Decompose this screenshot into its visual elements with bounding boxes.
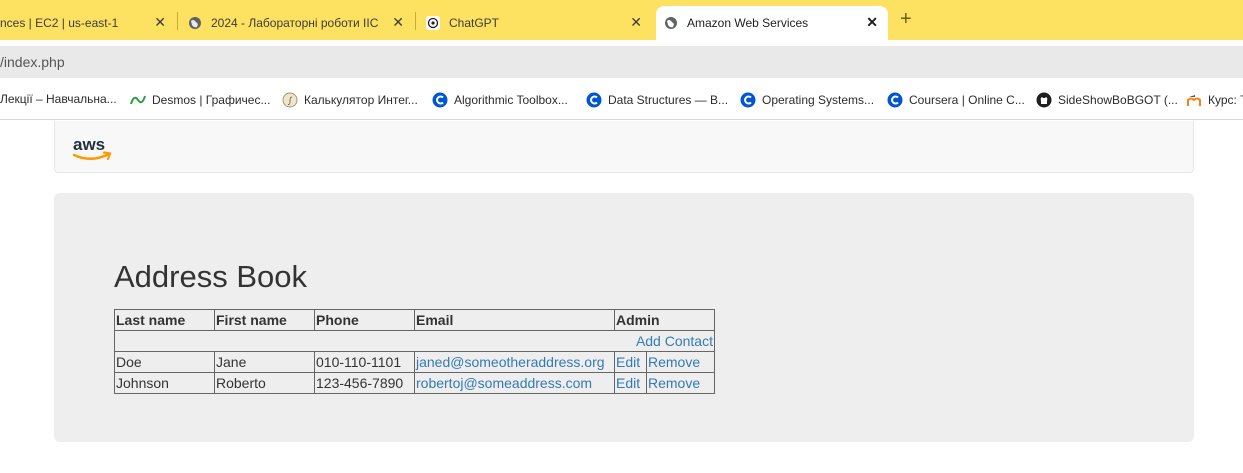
cell-phone: 123-456-7890 [314,372,415,394]
cell-first-name: Roberto [214,372,315,394]
bookmark-label: Desmos | Графичес... [152,93,271,107]
bookmark-coursera[interactable]: Coursera | Online C... [887,92,1025,108]
cell-edit: Edit [614,372,647,394]
new-tab-button[interactable]: + [900,9,912,29]
column-header-admin: Admin [614,309,715,331]
svg-text:∫: ∫ [288,97,293,107]
close-icon[interactable]: ✕ [866,14,878,30]
tab-amazon-web-services[interactable]: Amazon Web Services ✕ [656,6,888,40]
url-text: /index.php [0,54,65,70]
cell-email: robertoj@someaddress.com [414,372,615,394]
aws-logo[interactable]: aws [71,133,115,163]
bookmark-operating-systems[interactable]: Operating Systems... [740,92,874,108]
column-header-phone: Phone [314,309,415,331]
bookmarks-bar: Лекції – Навчальна... Desmos | Графичес.… [0,82,1243,120]
close-icon[interactable]: ✕ [392,14,404,30]
tab-title: ChatGPT [449,16,500,30]
add-contact-cell: Add Contact [114,330,715,352]
close-icon[interactable]: ✕ [154,14,166,30]
cell-phone: 010-110-1101 [314,351,415,373]
tab-title: 2024 - Лабораторні роботи ІІС [211,16,379,30]
cell-last-name: Doe [114,351,215,373]
globe-icon [189,17,201,29]
coursera-icon [740,92,756,108]
bookmark-data-structures[interactable]: Data Structures — B... [586,92,728,108]
bookmark-calculator[interactable]: ∫ Калькулятор Интег... [282,92,418,108]
coursera-icon [887,92,903,108]
bookmark-label: Лекції – Навчальна... [0,92,117,106]
jumbotron: Address Book Last name First name Phone … [54,193,1194,442]
calculator-icon: ∫ [282,92,298,108]
page-title: Address Book [114,259,307,294]
bookmark-label: Курс: Т [1208,93,1243,107]
table-row: Johnson Roberto 123-456-7890 robertoj@so… [114,372,715,394]
tab-lab-works[interactable]: 2024 - Лабораторні роботи ІІС ✕ [188,6,414,40]
tab-title: Amazon Web Services [687,16,809,30]
cell-first-name: Jane [214,351,315,373]
logo-text: aws [73,135,105,154]
edit-link[interactable]: Edit [616,375,640,391]
bookmark-label: Data Structures — B... [608,93,729,107]
column-header-first-name: First name [214,309,315,331]
globe-icon [665,17,677,29]
page-content: aws Address Book Last name First name Ph… [0,121,1243,473]
add-contact-row: Add Contact [114,330,715,352]
column-header-last-name: Last name [114,309,215,331]
close-icon[interactable]: ✕ [630,14,642,30]
address-book-table: Last name First name Phone Email Admin A… [114,309,715,394]
cell-remove: Remove [646,372,715,394]
column-header-email: Email [414,309,615,331]
coursera-icon [432,92,448,108]
navbar: aws [54,121,1194,173]
email-link[interactable]: janed@someotheraddress.org [416,354,605,370]
chatgpt-icon [426,16,440,30]
edit-link[interactable]: Edit [616,354,640,370]
address-bar[interactable]: /index.php [0,46,1243,78]
bookmark-label: Algorithmic Toolbox... [454,93,568,107]
cell-edit: Edit [614,351,647,373]
bookmark-course[interactable]: Курс: Т [1186,92,1243,108]
bookmark-label: SideShowBoBGOT (... [1058,93,1178,107]
desmos-icon [130,92,146,108]
email-link[interactable]: robertoj@someaddress.com [416,375,592,391]
bookmark-desmos[interactable]: Desmos | Графичес... [130,92,270,108]
moodle-icon [1186,92,1202,108]
tab-separator [177,12,178,30]
add-contact-link[interactable]: Add Contact [636,333,713,349]
tab-strip: nces | EC2 | us-east-1 ✕ 2024 - Лаборато… [0,0,1243,40]
cell-remove: Remove [646,351,715,373]
remove-link[interactable]: Remove [648,354,700,370]
toolbar: /index.php [0,40,1243,82]
table-header-row: Last name First name Phone Email Admin [114,309,715,331]
tab-separator [415,12,416,30]
cell-email: janed@someotheraddress.org [414,351,615,373]
bookmark-label: Operating Systems... [762,93,875,107]
bookmark-label: Coursera | Online C... [909,93,1025,107]
cell-last-name: Johnson [114,372,215,394]
bookmark-label: Калькулятор Интег... [304,93,418,107]
tab-ec2[interactable]: nces | EC2 | us-east-1 ✕ [0,6,176,40]
github-icon [1036,92,1052,108]
table-row: Doe Jane 010-110-1101 janed@someotheradd… [114,351,715,373]
remove-link[interactable]: Remove [648,375,700,391]
bookmark-github[interactable]: SideShowBoBGOT (... [1036,92,1178,108]
tab-title: nces | EC2 | us-east-1 [0,16,119,30]
coursera-icon [586,92,602,108]
bookmark-algorithmic-toolbox[interactable]: Algorithmic Toolbox... [432,92,568,108]
tab-chatgpt[interactable]: ChatGPT ✕ [426,6,652,40]
bookmark-lectures[interactable]: Лекції – Навчальна... [0,92,117,106]
